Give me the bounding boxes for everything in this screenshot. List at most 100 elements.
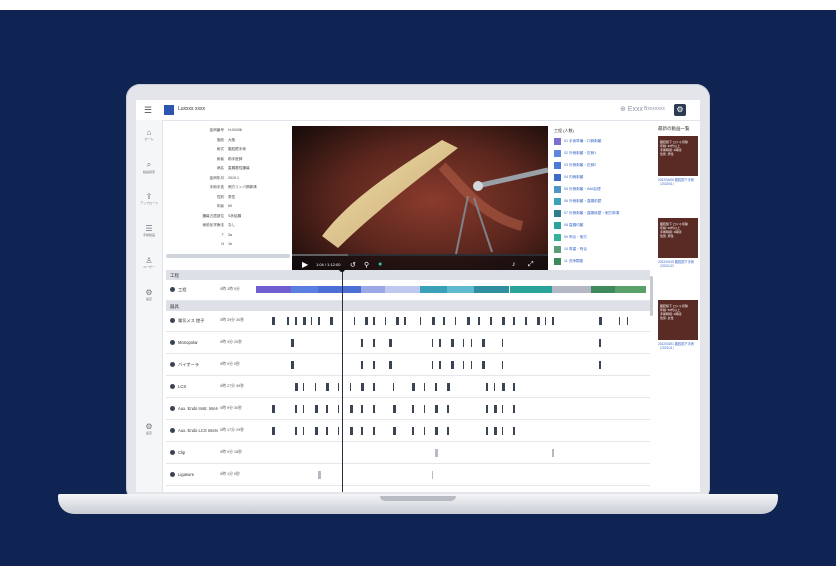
fullscreen-icon[interactable]: ⤢ bbox=[528, 261, 534, 269]
menu-icon[interactable]: ☰ bbox=[144, 105, 152, 116]
list-icon[interactable]: ☰ 手術動画 bbox=[136, 224, 162, 237]
phase-segment[interactable] bbox=[419, 286, 448, 293]
timeline-scrollbar[interactable] bbox=[650, 276, 653, 316]
status-indicator[interactable]: ⊕ Exxx bbox=[620, 105, 643, 113]
tool-track[interactable] bbox=[256, 380, 646, 394]
phase-segment[interactable] bbox=[509, 286, 553, 293]
section-title-phase: 工程 bbox=[170, 273, 179, 278]
user-icon[interactable]: ♙ ユーザー bbox=[136, 256, 162, 269]
tool-row[interactable]: バイポーラ 0時 0分 0秒 bbox=[166, 355, 650, 376]
recent-video-link[interactable]: 2022/03/01 腹腔鏡下手術 〔2021/11〕 bbox=[658, 342, 698, 350]
tool-track[interactable] bbox=[256, 424, 646, 438]
phase-segment[interactable] bbox=[614, 286, 646, 293]
marker-icon[interactable]: ⚲ bbox=[364, 261, 369, 269]
phase-band[interactable] bbox=[256, 286, 646, 293]
phase-item[interactable]: 01 手術準備・口側剥離 bbox=[554, 136, 648, 146]
settings-icon[interactable]: ⚙ 設定 bbox=[136, 288, 162, 301]
phase-segment[interactable] bbox=[384, 286, 420, 293]
tool-row[interactable]: Clip 0時 0分 18秒 bbox=[166, 443, 650, 464]
recent-video-thumbnail[interactable]: 腹腔鏡下 ロドミ切除 年齢: 60代以上 手術時間: 3時間 性別: 男性 bbox=[658, 218, 698, 258]
tool-name: Aux. Endo Instr. Interv. bbox=[178, 406, 218, 411]
tool-usage-mark bbox=[337, 405, 340, 413]
toggle-icon[interactable] bbox=[170, 384, 175, 389]
toggle-icon[interactable] bbox=[170, 428, 175, 433]
tool-track[interactable] bbox=[256, 314, 646, 328]
tool-track[interactable] bbox=[256, 446, 646, 460]
metadata-scrollbar[interactable] bbox=[166, 254, 290, 258]
phase-segment[interactable] bbox=[552, 286, 592, 293]
metadata-row: 術前化学療法 なし bbox=[166, 221, 290, 230]
surgical-video-player[interactable]: ▶ 1:04 / 1:12:00 ↺ ⚲ ● ♪ ⤢ bbox=[292, 126, 548, 276]
replay-icon[interactable]: ↺ bbox=[350, 261, 356, 269]
tool-track[interactable] bbox=[256, 402, 646, 416]
phase-item[interactable]: 10 再建・吻合 bbox=[554, 244, 648, 254]
row-name: 工程 bbox=[178, 287, 187, 292]
timeline-cursor-handle[interactable] bbox=[338, 266, 345, 272]
tool-track[interactable] bbox=[256, 336, 646, 350]
volume-icon[interactable]: ♪ bbox=[512, 261, 516, 268]
phase-segment[interactable] bbox=[361, 286, 385, 293]
phase-label: 05 外側剥離・IMA処理 bbox=[564, 187, 601, 191]
tool-duration: 0時 27分 39秒 bbox=[220, 384, 245, 388]
timeline-section-tools: 器具 bbox=[166, 301, 650, 311]
search-icon[interactable]: ⌕ 動画検索 bbox=[136, 160, 162, 174]
phase-item[interactable]: 05 外側剥離・IMA処理 bbox=[554, 184, 648, 194]
toggle-icon[interactable] bbox=[170, 287, 175, 292]
toggle-icon[interactable] bbox=[170, 362, 175, 367]
phase-segment[interactable] bbox=[447, 286, 475, 293]
tool-duration: 0時 0分 18秒 bbox=[220, 450, 242, 454]
laptop-notch bbox=[380, 496, 456, 501]
metadata-key: 術者 bbox=[216, 156, 224, 161]
gear-icon[interactable]: ⚙ 設定 bbox=[136, 422, 162, 435]
tool-usage-mark bbox=[501, 427, 504, 435]
phase-item[interactable]: 08 直腸切離 bbox=[554, 220, 648, 230]
tool-row[interactable]: Ligasure 0時 1分 0秒 bbox=[166, 465, 650, 486]
record-icon[interactable]: ● bbox=[378, 261, 382, 268]
recent-video-link[interactable]: 2022/03/15 腹腔鏡下手術 〔2021/12〕 bbox=[658, 260, 698, 268]
tool-row[interactable]: Aux. Endo Instr. Interv. 0時 9分 30秒 bbox=[166, 399, 650, 420]
phase-segment[interactable] bbox=[291, 286, 319, 293]
play-icon[interactable]: ▶ bbox=[302, 260, 308, 269]
timeline-cursor[interactable] bbox=[341, 268, 343, 492]
toggle-icon[interactable] bbox=[170, 318, 175, 323]
tool-track[interactable] bbox=[256, 468, 646, 482]
tool-row[interactable]: Aux. Endo LCS Interv. 0時 17分 29秒 bbox=[166, 421, 650, 442]
phase-segment[interactable] bbox=[256, 286, 292, 293]
phase-segment[interactable] bbox=[591, 286, 615, 293]
recent-video-thumbnail[interactable]: 腹腔鏡下 ロドミ切除 年齢: 50代以上 手術時間: 2時間 性別: 女性 bbox=[658, 300, 698, 340]
recent-video-thumbnail[interactable]: 腹腔鏡下 ロドミ切除 年齢: 60代以上 手術時間: 2時間 性別: 男性 bbox=[658, 136, 698, 176]
tool-row[interactable]: 電気メス 鉗子 0時 29分 30秒 bbox=[166, 311, 650, 332]
phase-item[interactable]: 04 内側剥離 bbox=[554, 172, 648, 182]
account-name[interactable]: Bxxxxxxx bbox=[644, 106, 665, 112]
home-icon[interactable]: ⌂ ホーム bbox=[136, 128, 162, 141]
tool-usage-mark bbox=[388, 361, 392, 369]
phase-segment[interactable] bbox=[318, 286, 362, 293]
tool-row[interactable]: Monopolar 0時 3分 20秒 bbox=[166, 333, 650, 354]
app-logo[interactable] bbox=[164, 105, 174, 115]
phase-row[interactable]: 工程 0時 1時 0分 bbox=[166, 280, 650, 301]
tool-track[interactable] bbox=[256, 358, 646, 372]
toggle-icon[interactable] bbox=[170, 472, 175, 477]
tool-usage-mark bbox=[486, 405, 488, 413]
upload-icon[interactable]: ⇪ アップロード bbox=[136, 192, 162, 205]
tool-row[interactable]: LCS 0時 27分 39秒 bbox=[166, 377, 650, 398]
tool-usage-mark bbox=[373, 339, 375, 347]
toggle-icon[interactable] bbox=[170, 340, 175, 345]
tool-usage-mark bbox=[493, 427, 497, 435]
tool-usage-mark bbox=[326, 383, 330, 391]
phase-item[interactable]: 03 外側剥離・肛側2 bbox=[554, 160, 648, 170]
tool-usage-mark bbox=[490, 317, 492, 325]
phase-item[interactable]: 09 吻合・側方 bbox=[554, 232, 648, 242]
tool-usage-mark bbox=[466, 317, 470, 325]
toggle-icon[interactable] bbox=[170, 406, 175, 411]
tool-usage-mark bbox=[337, 427, 340, 435]
toggle-icon[interactable] bbox=[170, 450, 175, 455]
recent-video-link[interactable]: 2022/04/06 腹腔鏡下手術 〔2022/01〕 bbox=[658, 178, 698, 186]
phase-segment[interactable] bbox=[474, 286, 510, 293]
phase-item[interactable]: 07 外側剥離・直腸後壁・側方郭清 bbox=[554, 208, 648, 218]
user-menu-icon[interactable]: ⚙ bbox=[674, 104, 686, 116]
phase-item[interactable]: 11 洗浄閉腹 bbox=[554, 256, 648, 266]
phase-item[interactable]: 02 外側剥離・肛側1 bbox=[554, 148, 648, 158]
thumbnail-info: 腹腔鏡下 ロドミ切除 年齢: 50代以上 手術時間: 2時間 性別: 女性 bbox=[660, 304, 688, 320]
phase-item[interactable]: 06 外側剥離・直腸前壁 bbox=[554, 196, 648, 206]
